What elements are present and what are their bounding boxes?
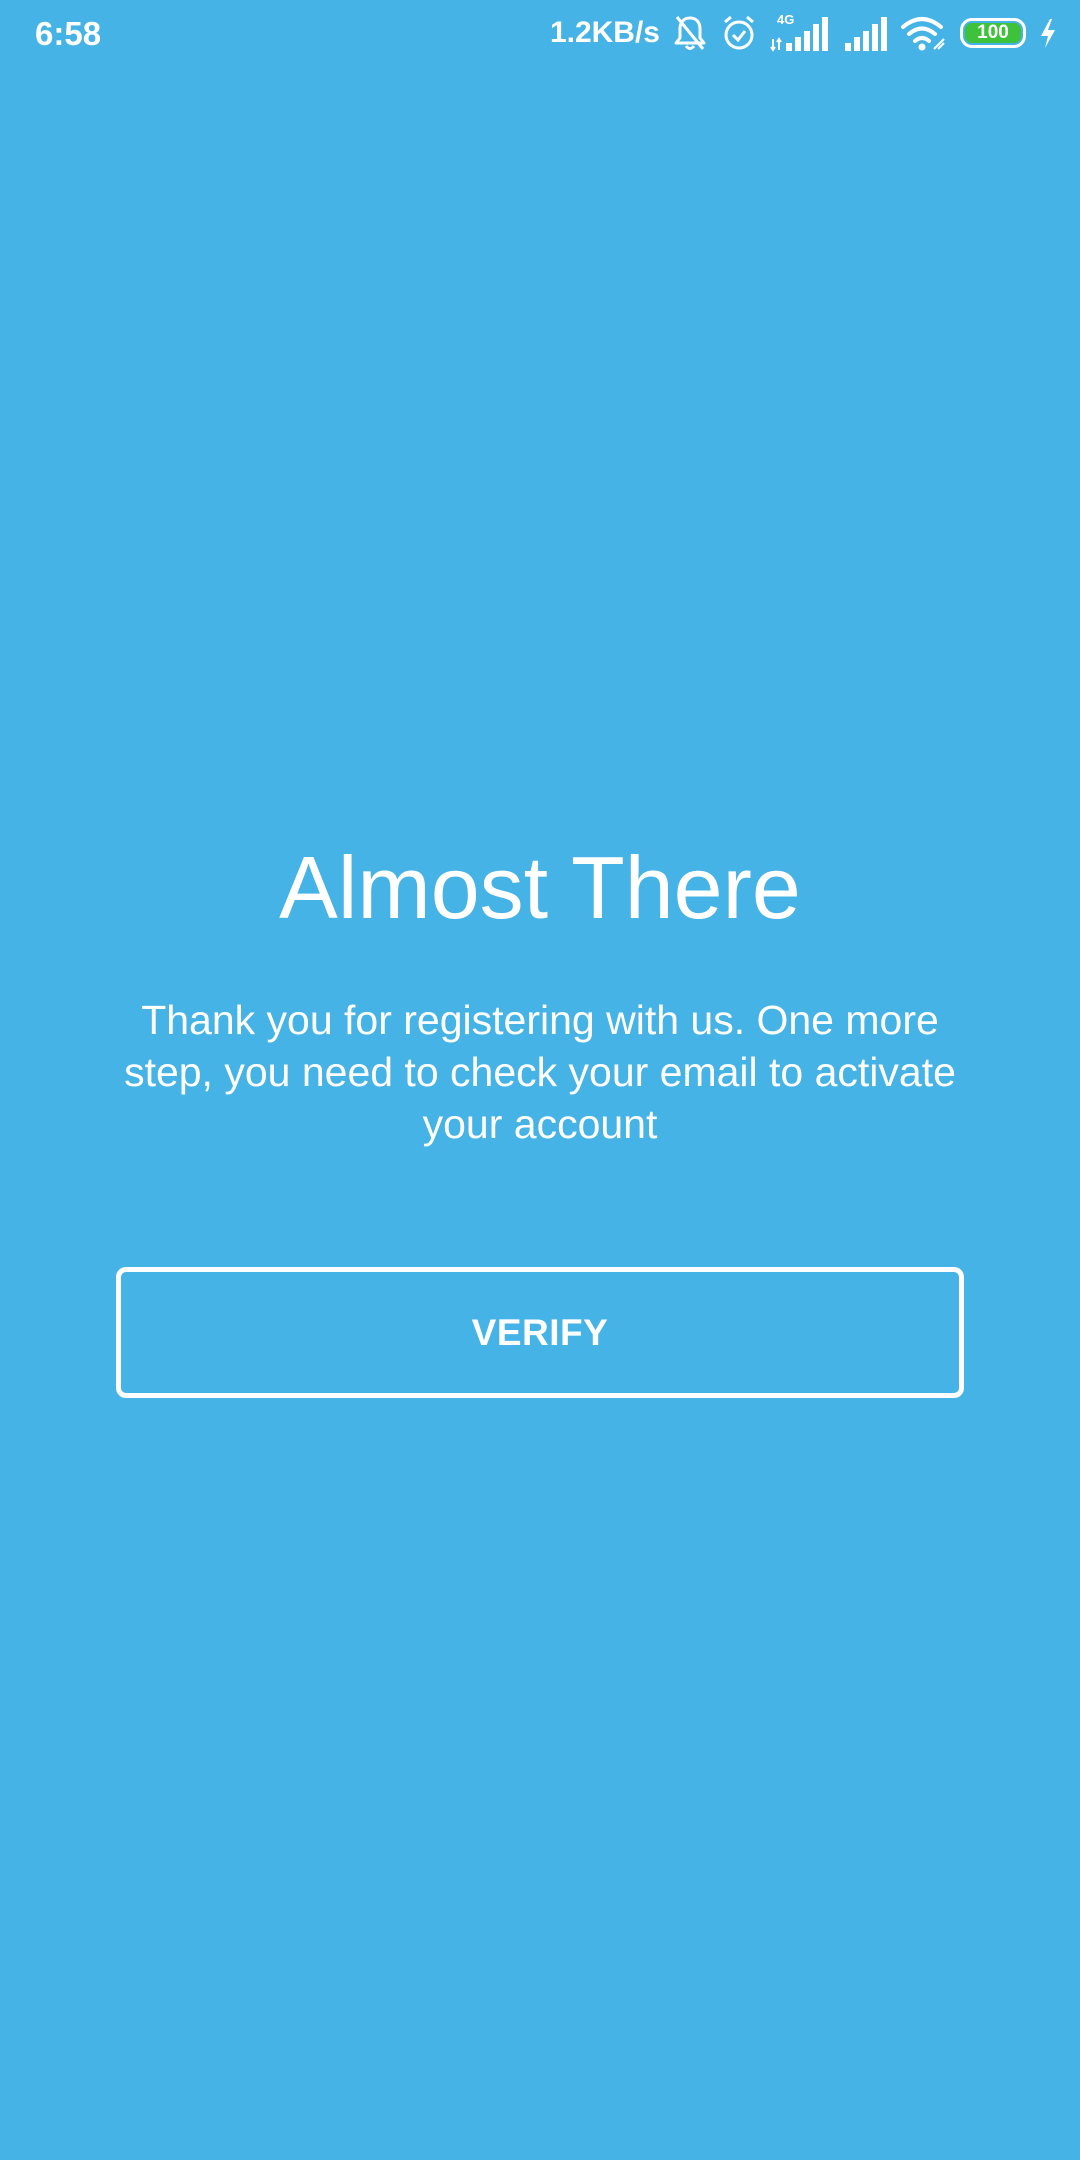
signal-4g-icon: 4G [770,13,832,53]
network-speed: 1.2KB/s [549,16,660,49]
status-bar: 6:58 1.2KB/s 4G 100 [0,0,1080,66]
alarm-icon [720,13,758,53]
verify-button[interactable]: VERIFY [116,1267,964,1398]
registration-message: Thank you for registering with us. One m… [124,997,956,1147]
charging-icon [1038,13,1058,53]
battery-level: 100 [965,23,1021,43]
status-time: 6:58 [35,15,102,52]
wifi-icon [900,13,948,53]
battery-icon: 100 [960,18,1026,48]
bell-muted-icon [672,13,708,53]
page-title: Almost There [279,838,801,937]
status-icons: 1.2KB/s 4G 100 [550,10,1058,56]
signal-icon [844,13,888,53]
